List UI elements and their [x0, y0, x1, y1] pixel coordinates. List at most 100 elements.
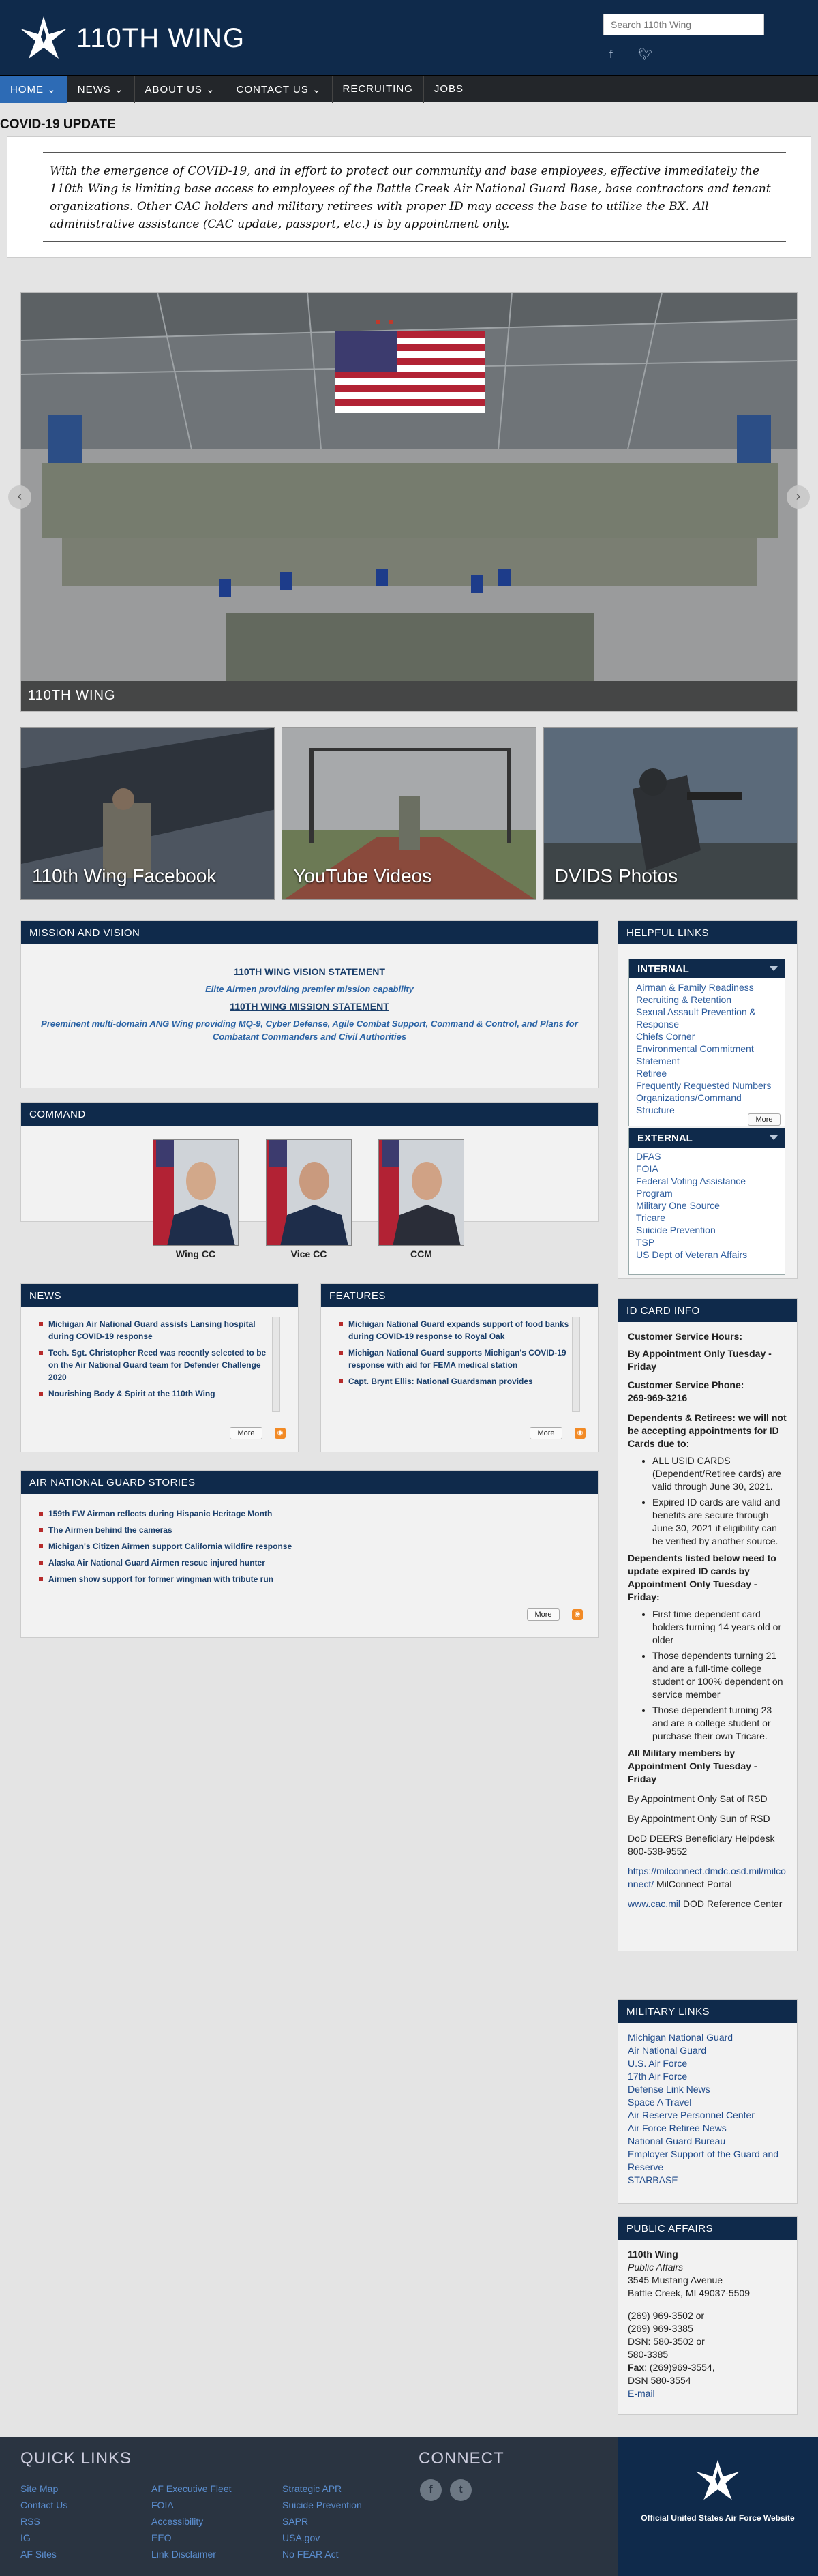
collapse-triangle-icon[interactable]	[770, 1135, 778, 1140]
story-item[interactable]: Alaska Air National Guard Airmen rescue …	[39, 1557, 573, 1569]
feature-item[interactable]: Capt. Brynt Ellis: National Guardsman pr…	[339, 1375, 573, 1388]
slideshow-prev-button[interactable]: ‹	[8, 485, 31, 509]
air-force-logo-icon[interactable]	[19, 14, 68, 61]
slideshow-next-button[interactable]: ›	[787, 485, 810, 509]
footer-link[interactable]: Contact Us	[20, 2497, 67, 2513]
external-link[interactable]: DFAS	[636, 1150, 778, 1163]
external-link[interactable]: Federal Voting Assistance Program	[636, 1175, 778, 1199]
twitter-icon[interactable]: 🐦︎	[638, 48, 653, 61]
military-link[interactable]: Air National Guard	[628, 2044, 787, 2057]
internal-links-header[interactable]: INTERNAL	[629, 959, 785, 978]
story-item[interactable]: 159th FW Airman reflects during Hispanic…	[39, 1508, 573, 1520]
nav-recruiting[interactable]: RECRUITING	[333, 76, 424, 103]
footer-link[interactable]: Accessibility	[151, 2513, 232, 2530]
footer-link[interactable]: FOIA	[151, 2497, 232, 2513]
internal-link[interactable]: Sexual Assault Prevention & Response	[636, 1006, 778, 1030]
internal-link[interactable]: Environmental Commitment Statement	[636, 1043, 778, 1067]
ang-stories-rss-icon[interactable]: ◉	[572, 1609, 583, 1620]
dependents-listed: Dependents listed below need to update e…	[628, 1553, 776, 1602]
footer-link[interactable]: AF Executive Fleet	[151, 2481, 232, 2497]
footer-link[interactable]: Site Map	[20, 2481, 67, 2497]
military-link[interactable]: 17th Air Force	[628, 2070, 787, 2083]
footer-link[interactable]: Strategic APR	[282, 2481, 362, 2497]
command-member[interactable]: CCM	[378, 1139, 464, 1259]
dependents-list: First time dependent card holders turnin…	[628, 1608, 787, 1743]
internal-link[interactable]: Organizations/Command Structure	[636, 1092, 778, 1116]
story-item[interactable]: The Airmen behind the cameras	[39, 1524, 573, 1536]
features-more-button[interactable]: More	[530, 1427, 562, 1439]
features-rss-icon[interactable]: ◉	[575, 1428, 586, 1439]
tile-dvids[interactable]: DVIDS Photos	[543, 727, 798, 900]
command-member[interactable]: Wing CC	[153, 1139, 239, 1259]
hero-slideshow[interactable]: 110TH WING	[20, 292, 798, 712]
nav-about-us[interactable]: ABOUT US ⌄	[135, 76, 226, 103]
connect-title: CONNECT	[419, 2449, 504, 2468]
footer-link[interactable]: SAPR	[282, 2513, 362, 2530]
military-link[interactable]: STARBASE	[628, 2174, 787, 2187]
hero-image	[21, 293, 797, 711]
external-link[interactable]: Tricare	[636, 1212, 778, 1224]
footer-link[interactable]: AF Sites	[20, 2546, 67, 2562]
nav-home[interactable]: HOME ⌄	[0, 76, 67, 103]
military-link[interactable]: Michigan National Guard	[628, 2031, 787, 2044]
cac-link[interactable]: www.cac.mil	[628, 1898, 680, 1909]
tile-facebook[interactable]: 110th Wing Facebook	[20, 727, 275, 900]
internal-link[interactable]: Recruiting & Retention	[636, 993, 778, 1006]
external-link[interactable]: Military One Source	[636, 1199, 778, 1212]
news-item[interactable]: Tech. Sgt. Christopher Reed was recently…	[39, 1347, 273, 1383]
tile-youtube[interactable]: YouTube Videos	[282, 727, 536, 900]
nav-news[interactable]: NEWS ⌄	[67, 76, 135, 103]
pa-email-link[interactable]: E-mail	[628, 2387, 787, 2400]
twitter-icon[interactable]: t	[450, 2479, 472, 2501]
search-input[interactable]	[603, 14, 764, 35]
feature-item[interactable]: Michigan National Guard expands support …	[339, 1318, 573, 1343]
story-item[interactable]: Michigan's Citizen Airmen support Califo…	[39, 1540, 573, 1553]
facebook-icon[interactable]: f	[609, 48, 613, 61]
main-nav: HOME ⌄ NEWS ⌄ ABOUT US ⌄ CONTACT US ⌄ RE…	[0, 75, 818, 103]
nav-jobs[interactable]: JOBS	[424, 76, 475, 103]
site-title[interactable]: 110TH WING	[76, 23, 245, 54]
external-link[interactable]: Suicide Prevention	[636, 1224, 778, 1236]
news-more-button[interactable]: More	[230, 1427, 262, 1439]
military-link[interactable]: Defense Link News	[628, 2083, 787, 2096]
command-member[interactable]: Vice CC	[266, 1139, 352, 1259]
features-scrollbar[interactable]	[572, 1317, 580, 1412]
external-link[interactable]: TSP	[636, 1236, 778, 1248]
internal-link[interactable]: Chiefs Corner	[636, 1030, 778, 1043]
external-links-header[interactable]: EXTERNAL	[629, 1128, 785, 1148]
footer-link[interactable]: RSS	[20, 2513, 67, 2530]
external-link[interactable]: FOIA	[636, 1163, 778, 1175]
news-item[interactable]: Nourishing Body & Spirit at the 110th Wi…	[39, 1388, 273, 1400]
internal-link[interactable]: Frequently Requested Numbers	[636, 1079, 778, 1092]
cac-line: www.cac.mil DOD Reference Center	[628, 1898, 787, 1911]
facebook-icon[interactable]: f	[420, 2479, 442, 2501]
helpful-links-title: HELPFUL LINKS	[618, 921, 797, 944]
ang-stories-more-button[interactable]: More	[527, 1608, 560, 1621]
military-link[interactable]: National Guard Bureau	[628, 2135, 787, 2148]
news-scrollbar[interactable]	[272, 1317, 280, 1412]
phone-label: Customer Service Phone:	[628, 1379, 744, 1390]
story-item[interactable]: Airmen show support for former wingman w…	[39, 1573, 573, 1585]
military-link[interactable]: U.S. Air Force	[628, 2057, 787, 2070]
internal-more-button[interactable]: More	[748, 1113, 781, 1126]
military-link[interactable]: Space A Travel	[628, 2096, 787, 2109]
internal-link[interactable]: Airman & Family Readiness	[636, 981, 778, 993]
feature-item[interactable]: Michigan National Guard supports Michiga…	[339, 1347, 573, 1371]
footer-link[interactable]: Link Disclaimer	[151, 2546, 232, 2562]
footer-link[interactable]: USA.gov	[282, 2530, 362, 2546]
footer-link[interactable]: IG	[20, 2530, 67, 2546]
footer-link[interactable]: No FEAR Act	[282, 2546, 362, 2562]
internal-link[interactable]: Retiree	[636, 1067, 778, 1079]
footer-link[interactable]: Suicide Prevention	[282, 2497, 362, 2513]
collapse-triangle-icon[interactable]	[770, 966, 778, 971]
military-link[interactable]: Employer Support of the Guard and Reserv…	[628, 2148, 787, 2174]
nav-contact-us[interactable]: CONTACT US ⌄	[226, 76, 333, 103]
news-rss-icon[interactable]: ◉	[275, 1428, 286, 1439]
military-link[interactable]: Air Force Retiree News	[628, 2122, 787, 2135]
air-force-footer-logo-icon[interactable]	[695, 2457, 741, 2502]
covid-text: With the emergence of COVID-19, and in e…	[43, 152, 786, 242]
news-item[interactable]: Michigan Air National Guard assists Lans…	[39, 1318, 273, 1343]
footer-link[interactable]: EEO	[151, 2530, 232, 2546]
external-link[interactable]: US Dept of Veteran Affairs	[636, 1248, 778, 1261]
military-link[interactable]: Air Reserve Personnel Center	[628, 2109, 787, 2122]
